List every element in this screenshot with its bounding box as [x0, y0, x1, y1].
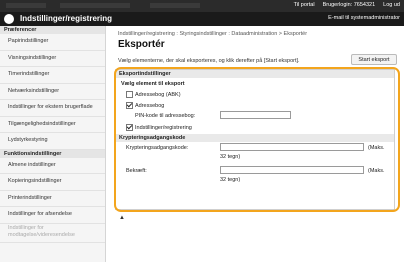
export-item-settings[interactable]: Indstillinger/registrering	[126, 124, 192, 131]
product-name-placeholder	[6, 3, 46, 8]
max-note-1-suffix: 32 tegn)	[220, 154, 241, 160]
encryption-password-label: Krypteringsadgangskode:	[126, 145, 189, 151]
scroll-to-top-icon[interactable]: ▲	[119, 215, 125, 221]
portal-link[interactable]: Til portal	[294, 2, 315, 8]
confirm-password-input[interactable]	[220, 166, 364, 174]
main-content: Indstillinger/registrering : Styringsind…	[112, 26, 400, 262]
sidebar-item-copy[interactable]: Kopieringsindstillinger	[0, 174, 105, 191]
sidebar-item-display[interactable]: Visningsindstillinger	[0, 51, 105, 67]
page-header-title: Indstillinger/registrering	[20, 14, 113, 23]
export-settings-heading: Eksportindstillinger	[116, 70, 394, 78]
sidebar-item-paper[interactable]: Papirindstillinger	[0, 34, 105, 51]
sidebar-heading-preferences: Præferencer	[0, 26, 105, 34]
device-info-placeholder	[60, 3, 130, 8]
select-item-subheading: Vælg element til eksport	[121, 81, 185, 87]
sidebar: Præferencer Papirindstillinger Visningsi…	[0, 26, 106, 262]
page-title: Eksportér	[118, 39, 165, 50]
checkbox-label-abk: Adressebog (ABK)	[135, 91, 181, 98]
sidebar-item-common[interactable]: Almene indstillinger	[0, 158, 105, 174]
checkbox-abk[interactable]	[126, 91, 133, 98]
device-info-placeholder-2	[150, 3, 200, 8]
confirm-label: Bekræft:	[126, 168, 147, 174]
user-login-text: Brugerlogin: 7654321	[322, 2, 376, 8]
encryption-heading: Krypteringsadgangskode	[116, 134, 394, 142]
export-item-abk[interactable]: Adressebog (ABK)	[126, 91, 181, 98]
checkbox-settings[interactable]	[126, 124, 133, 131]
sidebar-item-remote-ui[interactable]: Indstillinger for ekstern brugerflade	[0, 100, 105, 117]
breadcrumb: Indstillinger/registrering : Styringsind…	[118, 31, 308, 37]
top-bar: Til portal Brugerlogin: 7654321 Log ud	[0, 0, 404, 12]
max-note-2-suffix: 32 tegn)	[220, 177, 241, 183]
pin-label: PIN-kode til adressebog:	[135, 113, 196, 119]
email-admin-link[interactable]: E-mail til systemadministrator	[328, 15, 400, 21]
start-export-button[interactable]: Start eksport	[351, 54, 397, 65]
checkbox-label-settings: Indstillinger/registrering	[135, 124, 192, 131]
checkbox-label-addressbook: Adressebog	[135, 102, 165, 109]
sidebar-item-volume[interactable]: Lydstyrkestyring	[0, 133, 105, 150]
header-bar: Indstillinger/registrering E-mail til sy…	[0, 12, 404, 26]
pin-input[interactable]	[220, 111, 291, 119]
encryption-password-input[interactable]	[220, 143, 364, 151]
max-note-1: (Maks.	[368, 145, 385, 151]
logout-link[interactable]: Log ud	[383, 2, 400, 8]
sidebar-item-timer[interactable]: Timerindstillinger	[0, 67, 105, 84]
sidebar-item-send[interactable]: Indstillinger for afsendelse	[0, 207, 105, 224]
top-links: Til portal Brugerlogin: 7654321 Log ud	[294, 2, 400, 8]
sidebar-item-printer[interactable]: Printerindstillinger	[0, 191, 105, 207]
sidebar-item-receive-forward[interactable]: Indstillinger for modtagelse/videresende…	[0, 224, 105, 243]
export-settings-panel: Eksportindstillinger Vælg element til ek…	[115, 69, 395, 210]
sidebar-heading-functions: Funktionsindstillinger	[0, 149, 105, 158]
sidebar-item-accessibility[interactable]: Tilgængelighedsindstillinger	[0, 117, 105, 133]
home-icon[interactable]	[4, 14, 14, 24]
instruction-text: Vælg elementerne, der skal eksporteres, …	[118, 58, 300, 64]
export-item-addressbook[interactable]: Adressebog	[126, 102, 164, 109]
sidebar-item-network[interactable]: Netværksindstillinger	[0, 84, 105, 100]
max-note-2: (Maks.	[368, 168, 385, 174]
checkbox-addressbook[interactable]	[126, 102, 133, 109]
